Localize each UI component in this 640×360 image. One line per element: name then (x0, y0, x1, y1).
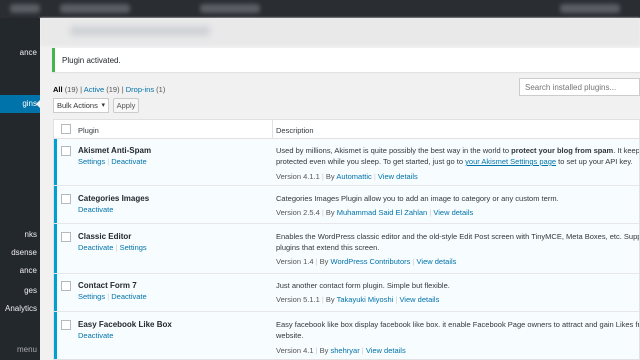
row-checkbox[interactable] (61, 281, 71, 291)
table-row: Categories Images Deactivate Categories … (54, 186, 639, 224)
plugin-meta: Version 4.1 | By shehryar | View details (276, 346, 406, 355)
akismet-settings-link[interactable]: your Akismet Settings page (465, 157, 556, 166)
plugin-description: Used by millions, Akismet is quite possi… (276, 146, 640, 166)
view-details-link[interactable]: View details (417, 257, 457, 266)
bulk-actions-select[interactable]: Bulk Actions ▾ (53, 98, 109, 113)
settings-link[interactable]: Settings (120, 243, 147, 252)
author-link[interactable]: Takayuki Miyoshi (337, 295, 394, 304)
deactivate-link[interactable]: Deactivate (78, 205, 113, 214)
plugin-meta: Version 1.4 | By WordPress Contributors … (276, 257, 457, 266)
row-checkbox[interactable] (61, 194, 71, 204)
view-details-link[interactable]: View details (378, 172, 418, 181)
sidebar-item-adsense[interactable]: dsense (0, 244, 40, 262)
plugin-description: Easy facebook like box display facebook … (276, 320, 640, 340)
notice-text: Plugin activated. (62, 56, 121, 65)
plugin-description: Categories Images Plugin allow you to ad… (276, 194, 559, 203)
table-row: Classic Editor Deactivate | Settings Ena… (54, 224, 640, 274)
plugin-activated-notice: Plugin activated. (52, 48, 640, 72)
row-checkbox[interactable] (61, 146, 71, 156)
plugin-name: Classic Editor (78, 232, 132, 241)
deactivate-link[interactable]: Deactivate (111, 157, 146, 166)
blurred-header (40, 18, 640, 46)
view-details-link[interactable]: View details (433, 208, 473, 217)
plugin-meta: Version 2.5.4 | By Muhammad Said El Zahl… (276, 208, 474, 217)
admin-bar (0, 0, 640, 18)
admin-sidebar: ance gins nks dsense ance ges Analytics … (0, 18, 40, 360)
plugin-name: Akismet Anti-Spam (78, 146, 152, 155)
view-details-link[interactable]: View details (399, 295, 439, 304)
row-checkbox[interactable] (61, 232, 71, 242)
table-row: Contact Form 7 Settings | Deactivate Jus… (54, 274, 639, 312)
sidebar-item-appearance[interactable]: ance (0, 44, 40, 62)
filter-active[interactable]: Active (19) (84, 85, 120, 94)
plugin-name: Categories Images (78, 194, 150, 203)
table-header: Plugin Description (54, 120, 639, 139)
sidebar-item-plugins[interactable]: gins (0, 95, 40, 113)
plugins-table: Plugin Description Akismet Anti-Spam Set… (53, 119, 640, 360)
sidebar-item-links[interactable]: nks (0, 226, 40, 244)
plugin-actions: Deactivate (78, 331, 113, 340)
apply-button[interactable]: Apply (113, 98, 139, 113)
plugin-actions: Settings | Deactivate (78, 292, 147, 301)
settings-link[interactable]: Settings (78, 157, 105, 166)
select-all-checkbox[interactable] (61, 124, 71, 134)
sidebar-item-analytics[interactable]: Analytics (0, 300, 40, 318)
sidebar-item-pages[interactable]: ges (0, 282, 40, 300)
plugin-actions: Deactivate | Settings (78, 243, 147, 252)
plugin-meta: Version 5.1.1 | By Takayuki Miyoshi | Vi… (276, 295, 440, 304)
author-link[interactable]: WordPress Contributors (331, 257, 411, 266)
column-description: Description (276, 126, 314, 135)
sidebar-item-ance[interactable]: ance (0, 262, 40, 280)
table-row: Akismet Anti-Spam Settings | Deactivate … (54, 139, 640, 186)
deactivate-link[interactable]: Deactivate (78, 331, 113, 340)
chevron-down-icon: ▾ (101, 102, 105, 109)
table-row: Easy Facebook Like Box Deactivate Easy f… (54, 312, 640, 359)
author-link[interactable]: Muhammad Said El Zahlan (337, 208, 427, 217)
plugin-actions: Deactivate (78, 205, 113, 214)
deactivate-link[interactable]: Deactivate (111, 292, 146, 301)
plugin-name: Easy Facebook Like Box (78, 320, 172, 329)
search-plugins-input[interactable] (519, 78, 640, 96)
plugin-status-filters: All (19) | Active (19) | Drop-ins (1) (53, 85, 166, 94)
deactivate-link[interactable]: Deactivate (78, 243, 113, 252)
row-checkbox[interactable] (61, 320, 71, 330)
view-details-link[interactable]: View details (366, 346, 406, 355)
author-link[interactable]: Automattic (336, 172, 371, 181)
settings-link[interactable]: Settings (78, 292, 105, 301)
plugin-actions: Settings | Deactivate (78, 157, 147, 166)
plugin-description: Enables the WordPress classic editor and… (276, 232, 640, 252)
column-plugin: Plugin (78, 126, 99, 135)
plugin-description: Just another contact form plugin. Simple… (276, 281, 450, 290)
plugin-name: Contact Form 7 (78, 281, 137, 290)
plugin-meta: Version 4.1.1 | By Automattic | View det… (276, 172, 418, 181)
filter-dropins[interactable]: Drop-ins (1) (126, 85, 166, 94)
filter-all[interactable]: All (19) (53, 85, 78, 94)
sidebar-item-collapse-menu[interactable]: menu (0, 341, 40, 359)
author-link[interactable]: shehryar (331, 346, 360, 355)
